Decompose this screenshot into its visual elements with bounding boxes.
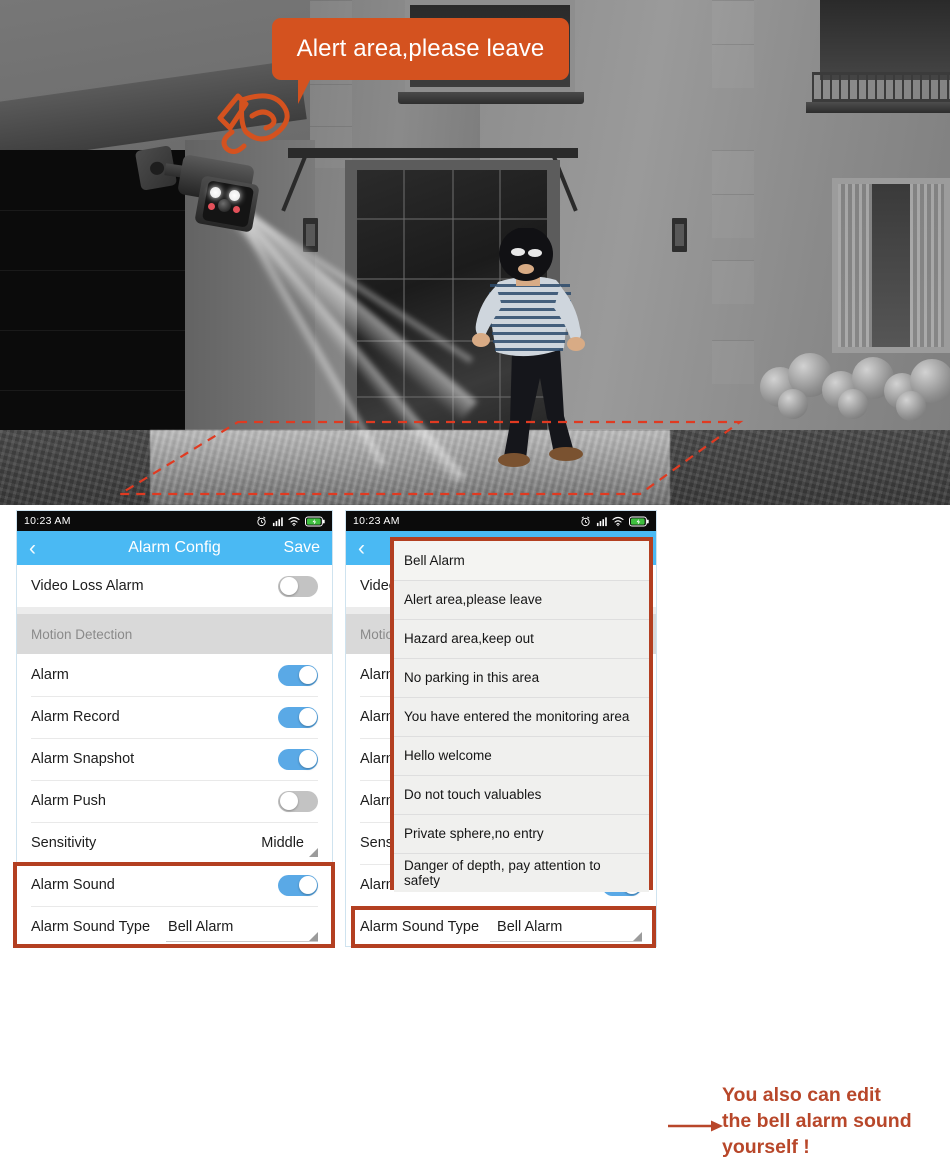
row-label: Alarm Sound Type — [360, 919, 480, 935]
dropdown-option[interactable]: Private sphere,no entry — [394, 814, 649, 853]
dropdown-option[interactable]: Hello welcome — [394, 736, 649, 775]
dropdown-option[interactable]: Bell Alarm — [394, 541, 649, 580]
upper-right-window — [820, 0, 950, 80]
row-alarm-sound[interactable]: Alarm Sound — [17, 864, 332, 906]
row-alarm-sound-type[interactable]: Alarm Sound Type Bell Alarm — [17, 906, 332, 946]
row-label: Alarm Sound — [31, 877, 115, 893]
wall-stone — [712, 194, 754, 238]
alarm-push-toggle[interactable] — [278, 790, 318, 812]
row-alarm[interactable]: Alarm — [17, 654, 332, 696]
dropdown-corner-icon[interactable] — [633, 932, 642, 941]
battery-icon — [629, 516, 649, 526]
wifi-icon — [288, 516, 300, 526]
nav-bar: ‹ Alarm Config Save — [17, 531, 332, 565]
alarm-clock-icon — [257, 516, 266, 526]
alarm-sound-type-value: Bell Alarm — [168, 919, 234, 935]
callout-line-3: yourself ! — [722, 1135, 810, 1158]
window-sill — [398, 92, 584, 104]
row-alarm-snapshot[interactable]: Alarm Snapshot — [17, 738, 332, 780]
wall-stone — [712, 260, 754, 304]
row-alarm-sound-type[interactable]: Alarm Sound Type Bell Alarm — [346, 906, 656, 946]
status-bar: 10:23 AM — [346, 511, 656, 531]
wall-stone — [712, 150, 754, 194]
row-label: Video Loss Alarm — [31, 578, 144, 594]
signal-bars-icon — [272, 516, 283, 526]
dropdown-option[interactable]: Do not touch valuables — [394, 775, 649, 814]
alarm-record-toggle[interactable] — [278, 706, 318, 728]
row-alarm-push[interactable]: Alarm Push — [17, 780, 332, 822]
section-motion-detection: Motion Detection — [17, 614, 332, 654]
speech-bubble: Alert area,please leave — [272, 18, 569, 104]
alarm-sound-type-value: Bell Alarm — [497, 919, 563, 935]
callout-text: You also can edit the bell alarm sound y… — [722, 1083, 947, 1161]
wifi-icon — [612, 516, 624, 526]
dropdown-corner-icon[interactable] — [309, 932, 318, 941]
video-loss-alarm-toggle[interactable] — [278, 575, 318, 597]
hero-photo-scene: Alert area,please leave — [0, 0, 950, 505]
wall-lantern — [672, 218, 687, 252]
camera-ir-led — [233, 206, 240, 213]
back-button[interactable]: ‹ — [29, 538, 36, 559]
battery-icon — [305, 516, 325, 526]
speech-bubble-text: Alert area,please leave — [296, 35, 545, 62]
dropdown-option[interactable]: Danger of depth, pay attention to safety — [394, 853, 649, 892]
select-underline — [490, 941, 642, 942]
row-label: Alarm Push — [31, 793, 106, 809]
alarm-clock-icon — [581, 516, 590, 526]
row-label: Alarm Record — [31, 709, 120, 725]
alarm-snapshot-toggle[interactable] — [278, 748, 318, 770]
balcony — [806, 72, 950, 113]
status-bar: 10:23 AM — [17, 511, 332, 531]
callout-line-2: the bell alarm sound — [722, 1109, 912, 1132]
row-video-loss-alarm[interactable]: Video Loss Alarm — [17, 565, 332, 607]
back-button[interactable]: ‹ — [358, 538, 365, 559]
callout-line-1: You also can edit — [722, 1084, 881, 1106]
wall-stone — [712, 0, 754, 44]
door-canopy — [288, 148, 578, 158]
status-bar-clock: 10:23 AM — [353, 515, 400, 527]
dropdown-option[interactable]: No parking in this area — [394, 658, 649, 697]
section-label: Motion Detection — [31, 626, 133, 642]
row-alarm-record[interactable]: Alarm Record — [17, 696, 332, 738]
dropdown-option[interactable]: You have entered the monitoring area — [394, 697, 649, 736]
camera-white-led — [229, 190, 240, 201]
alarm-toggle[interactable] — [278, 664, 318, 686]
callout-arrow-icon — [668, 1120, 723, 1132]
row-label: Alarm Sound Type — [31, 919, 151, 935]
dropdown-corner-icon[interactable] — [309, 848, 318, 857]
lower-right-window — [832, 178, 950, 353]
row-label: Alarm Snapshot — [31, 751, 135, 767]
camera-ir-led — [208, 203, 215, 210]
alarm-sound-type-dropdown[interactable]: Bell Alarm Alert area,please leave Hazar… — [390, 537, 653, 892]
list-gap — [17, 607, 332, 614]
wall-lantern — [303, 218, 318, 252]
camera-white-led — [210, 187, 221, 198]
row-label: Sensitivity — [31, 835, 97, 851]
status-bar-clock: 10:23 AM — [24, 515, 71, 527]
megaphone-icon — [212, 88, 304, 163]
select-underline — [166, 941, 318, 942]
row-label: Alarm — [31, 667, 69, 683]
signal-bars-icon — [596, 516, 607, 526]
alarm-sound-toggle[interactable] — [278, 874, 318, 896]
dropdown-option[interactable]: Hazard area,keep out — [394, 619, 649, 658]
row-sensitivity[interactable]: Sensitivity Middle — [17, 822, 332, 864]
detection-zone-overlay — [120, 418, 760, 496]
phone-screenshot-left: 10:23 AM ‹ Alarm Config Save Video Loss … — [16, 510, 333, 947]
hedge-bushes — [760, 345, 950, 421]
wall-stone — [712, 340, 754, 384]
wall-stone — [712, 44, 754, 88]
dropdown-option[interactable]: Alert area,please leave — [394, 580, 649, 619]
camera-lens — [218, 199, 231, 212]
save-button[interactable]: Save — [284, 539, 320, 557]
